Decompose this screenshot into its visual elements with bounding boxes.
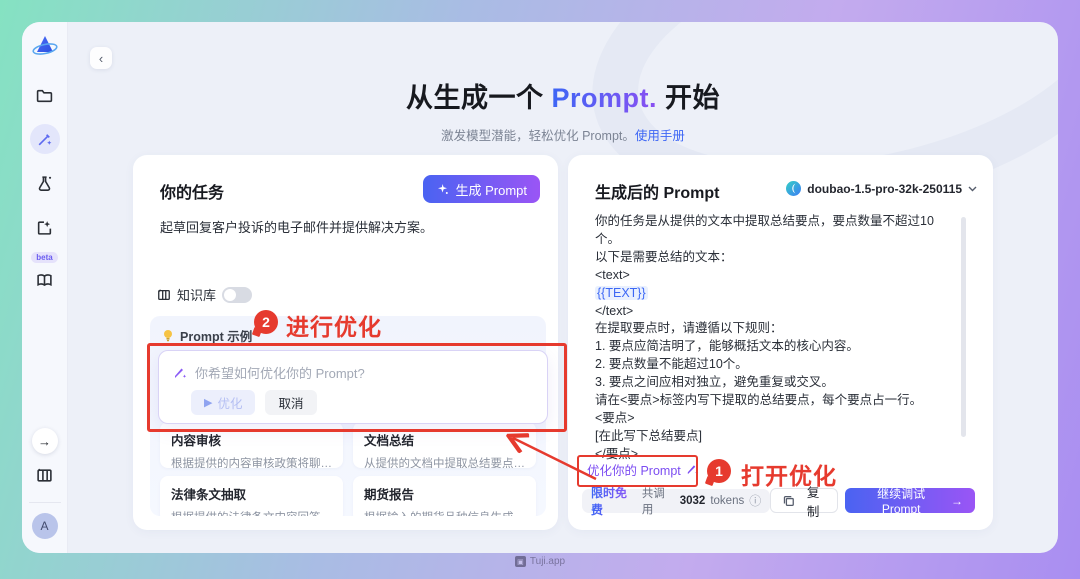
prompt-line: 1. 要点应简洁明了，能够概括文本的核心内容。 [595, 338, 955, 356]
prompt-line: 以下是需要总结的文本： [595, 249, 955, 267]
step1-label: 打开优化 [741, 457, 837, 491]
task-input-text[interactable]: 起草回复客户投诉的电子邮件并提供解决方案。 [160, 217, 433, 236]
sidebar-divider [29, 502, 61, 503]
book-icon [36, 272, 53, 289]
example-card[interactable]: 期货报告 根据输入的期货品种信息生成报告… [353, 476, 536, 516]
title-highlight: Prompt. [551, 83, 657, 113]
sidebar: beta → A [22, 22, 68, 553]
prompt-line: 你的任务是从提供的文本中提取总结要点，要点数量不超过10个。 [595, 213, 955, 249]
beta-badge: beta [31, 252, 57, 263]
import-star-icon [36, 219, 53, 236]
arrow-right-icon: → [951, 494, 963, 508]
example-description: 根据提供的法律条文内容回答问题… [171, 509, 332, 516]
copy-button[interactable]: 复制 [770, 488, 838, 513]
prompt-line: <text> [595, 267, 955, 285]
optimize-submit-button[interactable]: ▶ 优化 [191, 390, 255, 415]
example-title: 期货报告 [364, 484, 525, 503]
task-panel: 你的任务 生成 Prompt 起草回复客户投诉的电子邮件并提供解决方案。 知识库… [133, 155, 558, 530]
magic-wand-icon [36, 131, 53, 148]
page-title: 从生成一个 Prompt. 开始 [68, 76, 1058, 115]
example-description: 从提供的文档中提取总结要点，要点… [364, 455, 525, 468]
prompt-line: </text> [595, 303, 955, 321]
step2-label: 进行优化 [286, 308, 382, 342]
knowledge-base-row: 知识库 [157, 285, 252, 304]
open-optimize-link[interactable]: 优化你的 Prompt [587, 460, 699, 479]
page-background: beta → A ‹ 从生成一个 Prompt. 开 [0, 0, 1080, 579]
prompt-line: {{TEXT}} [595, 285, 955, 303]
model-name: doubao-1.5-pro-32k-250115 [807, 182, 962, 196]
example-title: 文档总结 [364, 430, 525, 449]
hero-header: 从生成一个 Prompt. 开始 激发模型潜能，轻松优化 Prompt。使用手册 [68, 76, 1058, 144]
folder-icon [36, 87, 53, 104]
prompt-line: 3. 要点之间应相对独立，避免重复或交叉。 [595, 374, 955, 392]
page-subtitle: 激发模型潜能，轻松优化 Prompt。 [441, 129, 635, 143]
lightbulb-icon [162, 329, 174, 342]
example-title: 法律条文抽取 [171, 484, 332, 503]
manual-link[interactable]: 使用手册 [635, 129, 685, 143]
sidebar-item-prompt-tool[interactable] [30, 124, 60, 154]
pen-sparkle-icon [686, 463, 699, 476]
watermark: ▣ Tuji.app [0, 556, 1080, 567]
step2-badge: 2 [254, 310, 278, 334]
prompt-line: 请在<要点>标签内写下提取的总结要点，每个要点占一行。 [595, 392, 955, 410]
prompt-line: 2. 要点数量不能超过10个。 [595, 356, 955, 374]
chevron-down-icon [968, 186, 977, 192]
example-title: 内容审核 [171, 430, 332, 449]
sidebar-item-experiments[interactable] [30, 168, 60, 198]
usage-badge: 限时免费 共调用 3032 tokens ⓘ [582, 489, 770, 513]
step1-badge: 1 [707, 459, 731, 483]
sidebar-item-import[interactable] [30, 212, 60, 242]
chevron-left-icon: ‹ [99, 51, 103, 66]
sidebar-item-projects[interactable] [30, 80, 60, 110]
sidebar-item-library[interactable] [30, 265, 60, 295]
send-icon: ▶ [204, 396, 212, 409]
app-window: beta → A ‹ 从生成一个 Prompt. 开 [22, 22, 1058, 553]
result-footer: 限时免费 共调用 3032 tokens ⓘ 复制 继续调试 Prompt → [582, 488, 975, 513]
result-panel-title: 生成后的 Prompt [595, 179, 719, 203]
prompt-line: [在此写下总结要点] [595, 428, 955, 446]
user-avatar[interactable]: A [32, 513, 58, 539]
collapse-panel-button[interactable]: ‹ [90, 47, 112, 69]
layout-columns-icon [36, 467, 53, 484]
app-logo-icon[interactable] [32, 34, 58, 58]
pen-sparkle-icon [173, 366, 187, 380]
task-panel-title: 你的任务 [160, 179, 224, 203]
example-card[interactable]: 法律条文抽取 根据提供的法律条文内容回答问题… [160, 476, 343, 516]
model-selector[interactable]: doubao-1.5-pro-32k-250115 [786, 181, 977, 196]
sidebar-item-docs[interactable] [30, 460, 60, 490]
copy-icon [783, 495, 795, 507]
optimize-dialog: 你希望如何优化你的 Prompt? ▶ 优化 取消 [158, 350, 548, 424]
prompt-line: 在提取要点时，请遵循以下规则： [595, 320, 955, 338]
token-count: 3032 [680, 495, 706, 507]
generated-prompt-text[interactable]: 你的任务是从提供的文本中提取总结要点，要点数量不超过10个。 以下是需要总结的文… [595, 213, 955, 464]
example-card[interactable]: 文档总结 从提供的文档中提取总结要点，要点… [353, 422, 536, 468]
watermark-text: Tuji.app [530, 556, 565, 567]
example-description: 根据输入的期货品种信息生成报告… [364, 509, 525, 516]
examples-grid: 内容审核 根据提供的内容审核政策将聊天记录… 文档总结 从提供的文档中提取总结要… [160, 422, 536, 516]
expand-sidebar-button[interactable]: → [32, 428, 58, 454]
optimize-input[interactable]: 你希望如何优化你的 Prompt? [195, 363, 365, 382]
prompt-line: <要点> [595, 410, 955, 428]
free-badge: 限时免费 [591, 484, 637, 518]
continue-debug-button[interactable]: 继续调试 Prompt → [845, 488, 975, 513]
optimize-cancel-button[interactable]: 取消 [265, 390, 316, 415]
prompt-scrollbar[interactable] [961, 217, 966, 437]
info-icon[interactable]: ⓘ [749, 492, 761, 509]
generate-prompt-button[interactable]: 生成 Prompt [423, 175, 540, 203]
example-card[interactable]: 内容审核 根据提供的内容审核政策将聊天记录… [160, 422, 343, 468]
knowledge-base-toggle[interactable] [222, 287, 252, 303]
doubao-model-icon [786, 181, 801, 196]
example-description: 根据提供的内容审核政策将聊天记录… [171, 455, 332, 468]
watermark-icon: ▣ [515, 556, 526, 567]
flask-icon [36, 175, 53, 192]
knowledge-base-icon [157, 288, 171, 302]
sparkle-icon [436, 183, 449, 196]
examples-title: Prompt 示例 [180, 326, 252, 345]
arrow-right-icon: → [38, 434, 51, 449]
knowledge-base-label: 知识库 [177, 285, 216, 304]
